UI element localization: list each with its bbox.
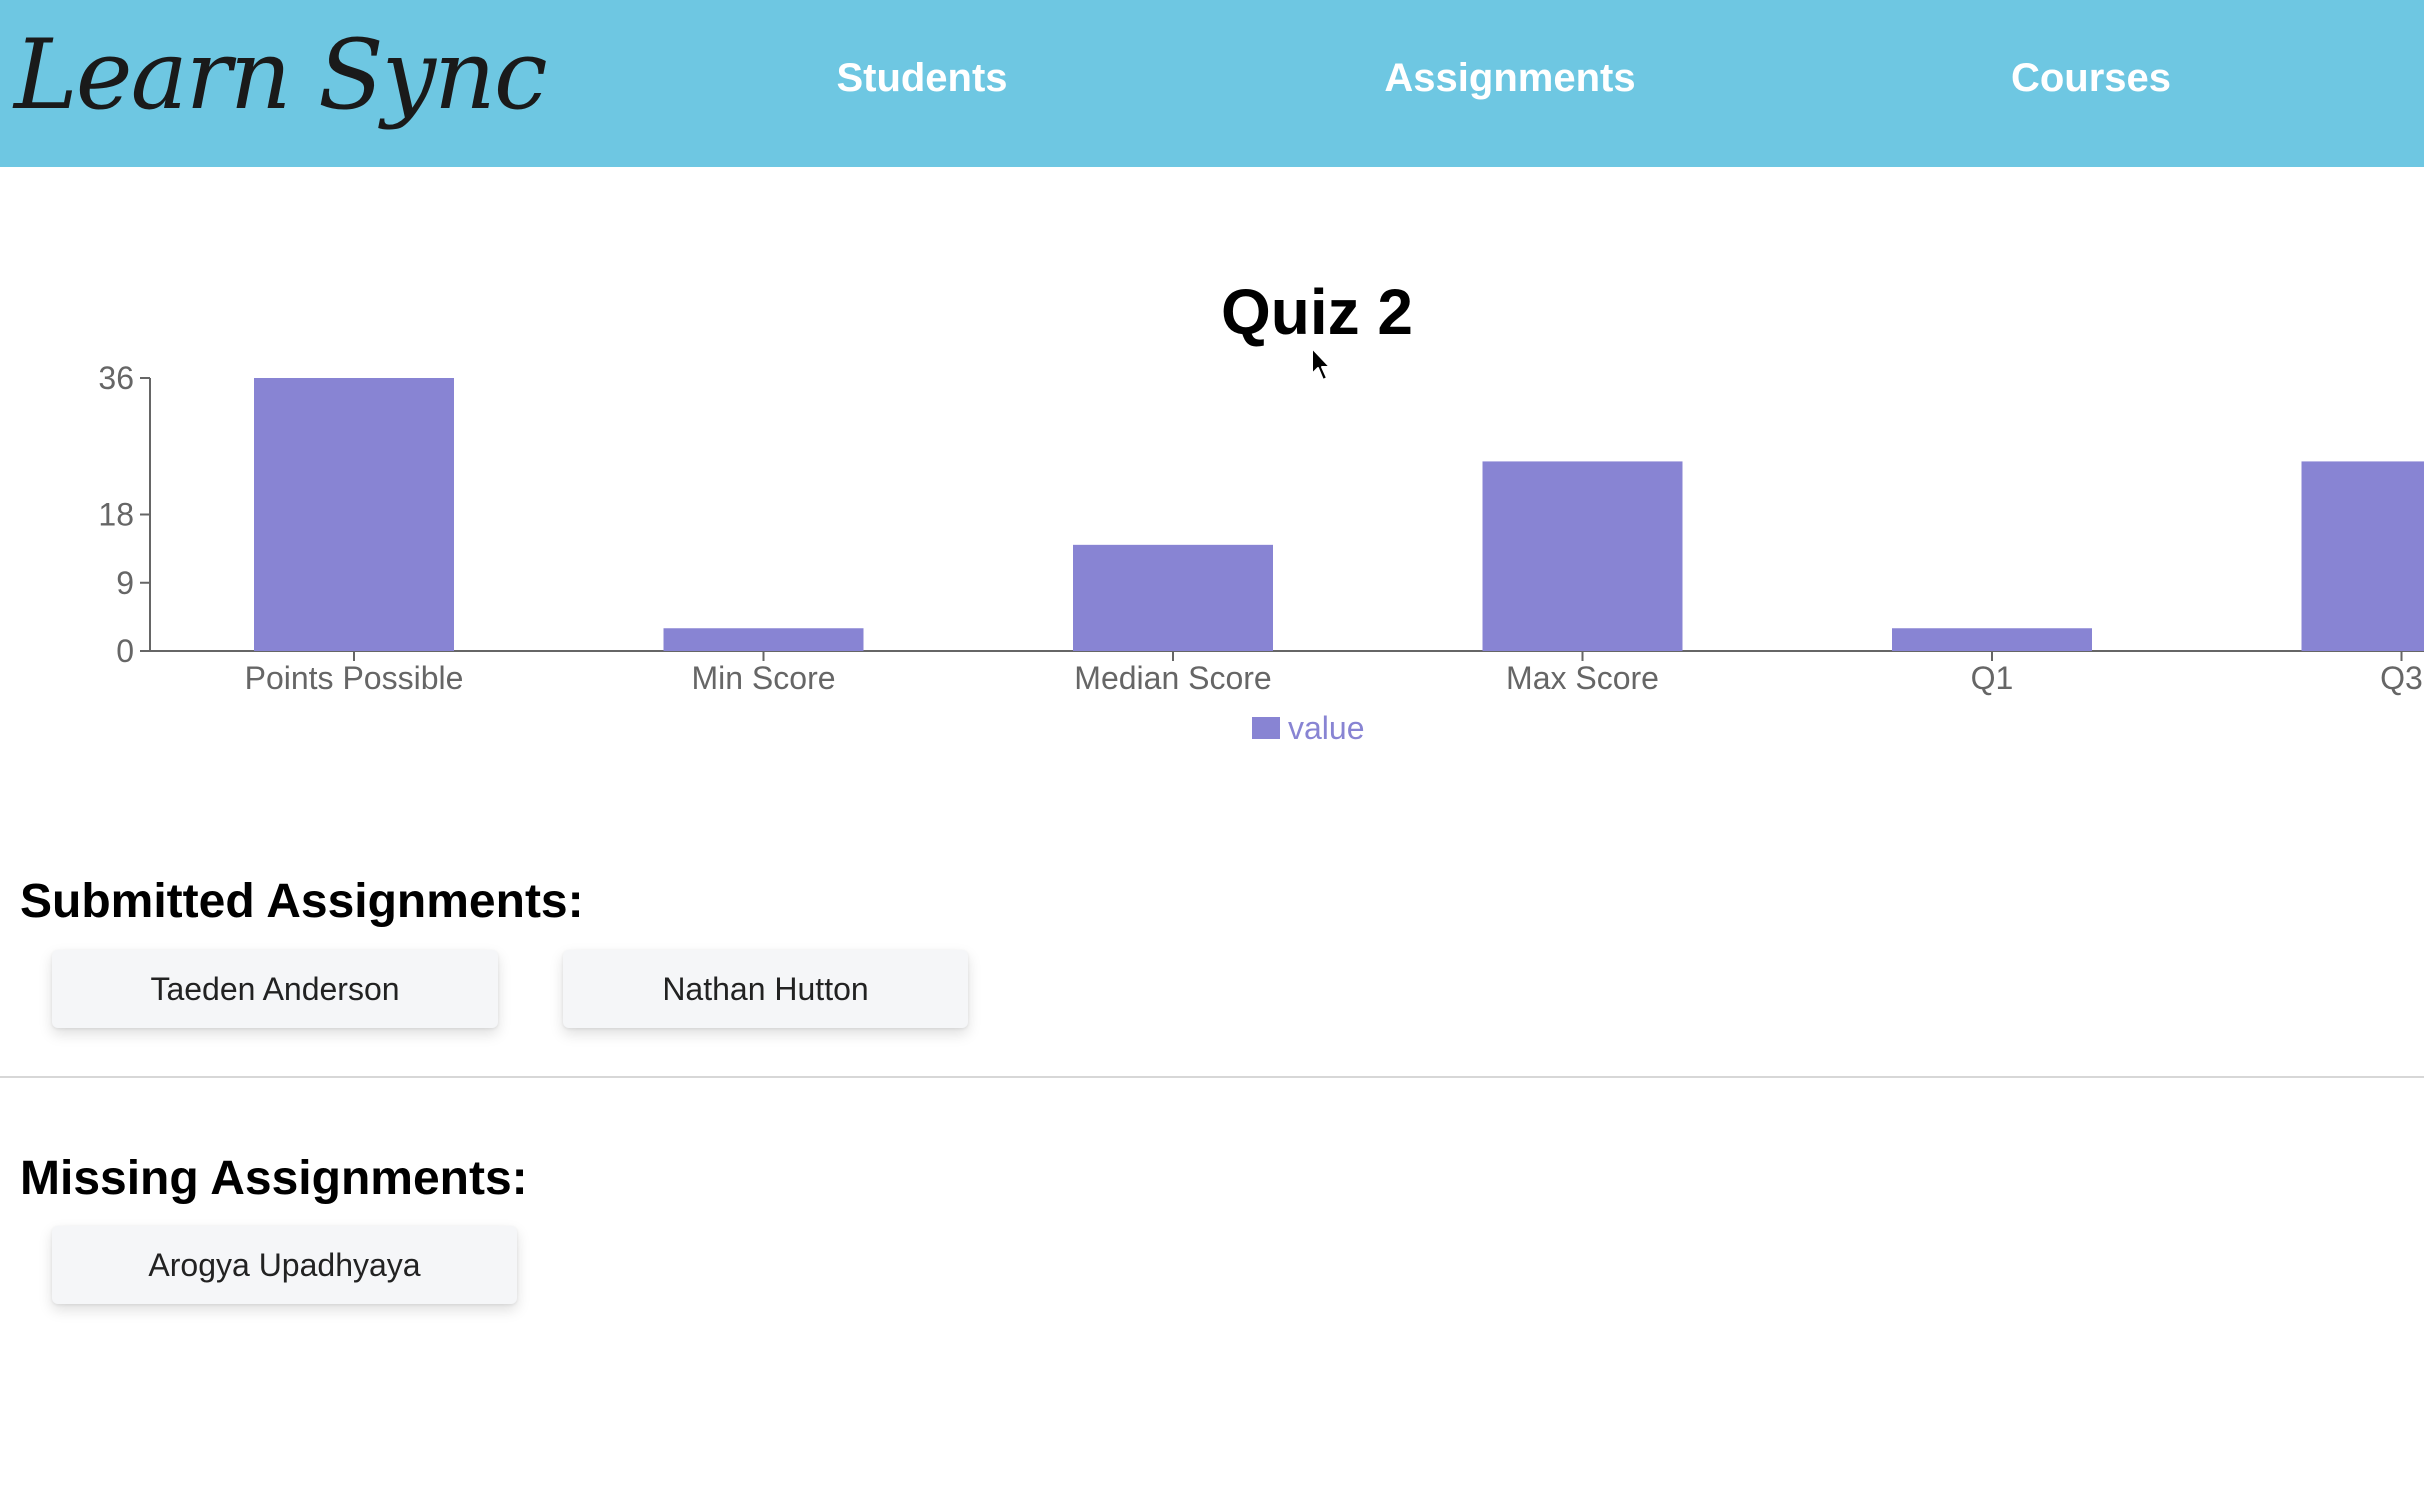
y-tick-label: 18: [98, 497, 134, 533]
legend-swatch: [1252, 717, 1280, 739]
y-tick-label: 36: [98, 360, 134, 396]
bar: [1482, 461, 1683, 651]
x-tick-label: Min Score: [691, 660, 835, 696]
submitted-assignments-heading: Submitted Assignments:: [20, 875, 584, 928]
top-navbar: Learn Sync Students Assignments Courses: [0, 0, 2424, 167]
bar: [2301, 461, 2424, 651]
nav-link-students[interactable]: Students: [836, 50, 1007, 106]
submitted-student-card[interactable]: Nathan Hutton: [563, 950, 968, 1028]
y-tick-label: 0: [116, 633, 134, 669]
legend-label: value: [1288, 710, 1365, 746]
x-tick-label: Q3: [2380, 660, 2423, 696]
x-tick-label: Q1: [1971, 660, 2014, 696]
missing-assignments-heading: Missing Assignments:: [20, 1152, 528, 1205]
x-tick-label: Median Score: [1074, 660, 1271, 696]
nav-link-courses[interactable]: Courses: [2011, 50, 2171, 106]
x-tick-label: Points Possible: [245, 660, 464, 696]
nav-link-assignments[interactable]: Assignments: [1384, 50, 1635, 106]
app-logo[interactable]: Learn Sync: [14, 10, 548, 140]
submitted-student-card[interactable]: Taeden Anderson: [52, 950, 498, 1028]
bar: [1073, 544, 1273, 651]
section-divider: [0, 1076, 2424, 1078]
chart-title: Quiz 2: [1220, 276, 1414, 348]
missing-student-card[interactable]: Arogya Upadhyaya: [52, 1226, 517, 1304]
bar: [1892, 628, 2092, 651]
x-tick-label: Max Score: [1506, 660, 1659, 696]
bar: [663, 628, 864, 651]
bar-chart: 0 9 18 36 Points Possible Min Score Median Sco…: [98, 360, 2424, 746]
bar: [254, 378, 454, 651]
y-tick-label: 9: [116, 565, 134, 601]
